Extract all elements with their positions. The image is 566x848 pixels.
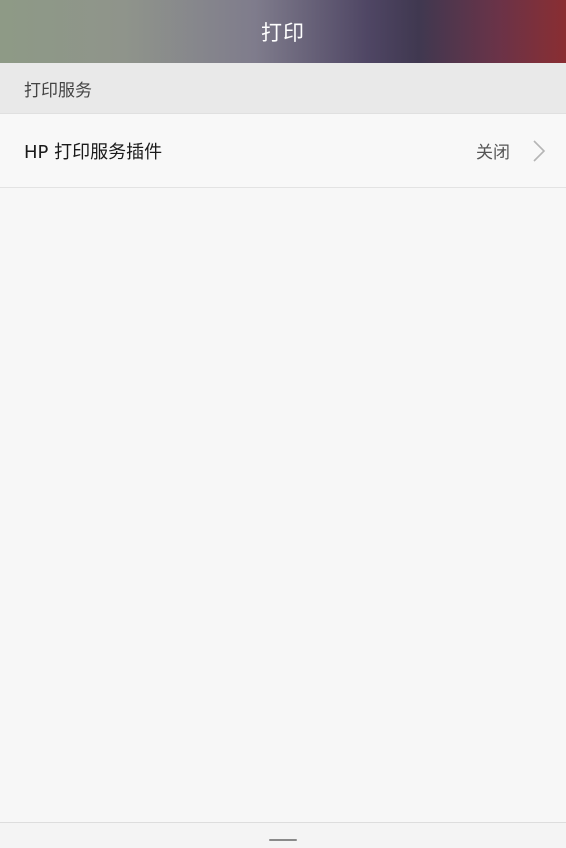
drag-handle-icon[interactable]	[269, 839, 297, 841]
section-header-print-services: 打印服务	[0, 63, 566, 114]
section-label: 打印服务	[24, 80, 92, 101]
chevron-right-icon	[532, 139, 546, 162]
page-title: 打印	[261, 20, 305, 45]
bottom-navigation-bar	[0, 822, 566, 848]
service-status: 关闭	[476, 143, 510, 163]
service-name: HP 打印服务插件	[24, 141, 163, 163]
list-item-hp-print-service-plugin[interactable]: HP 打印服务插件 关闭	[0, 114, 566, 188]
title-bar: 打印	[0, 0, 566, 63]
